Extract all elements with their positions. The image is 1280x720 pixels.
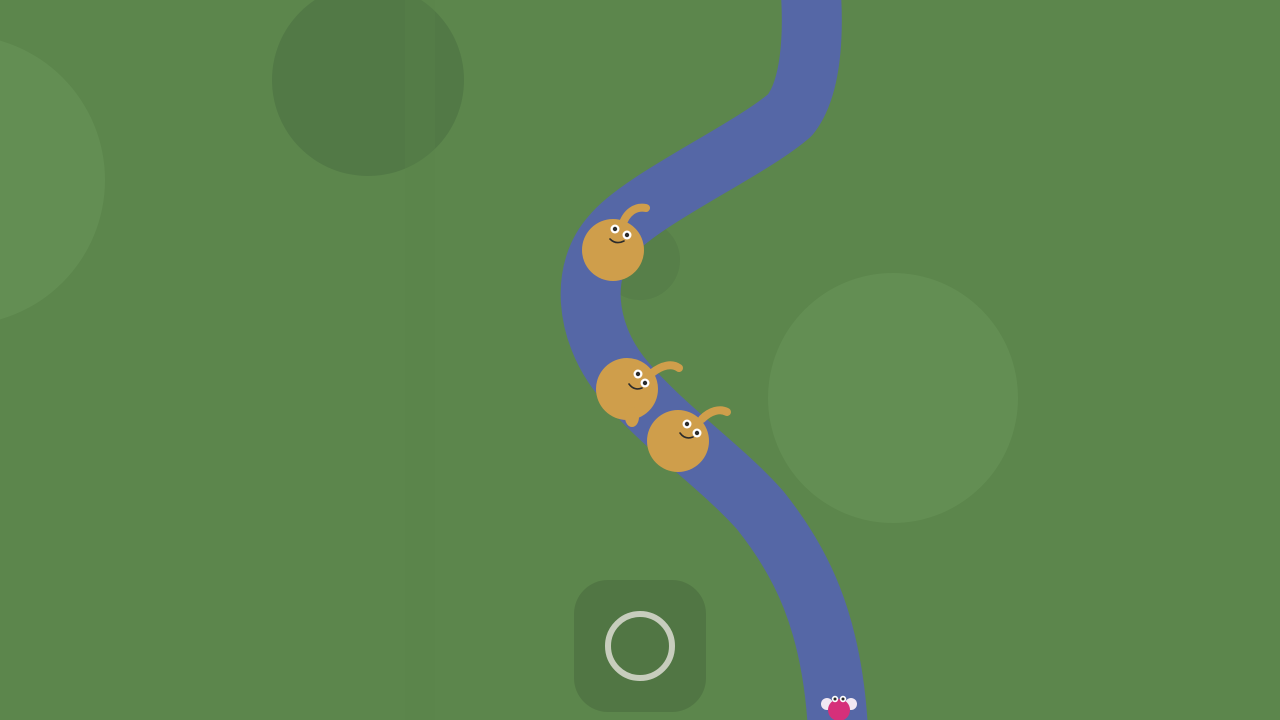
creature-3-pupil-left (684, 421, 690, 427)
creature-1-pupil-right (624, 232, 630, 238)
circle-ring-icon (605, 611, 675, 681)
action-button[interactable] (574, 580, 706, 712)
creature-2-foot (625, 407, 639, 427)
creature-3-body (647, 410, 709, 472)
player-pupil-right (841, 697, 845, 701)
player-body (828, 699, 850, 720)
creature-2-pupil-right (642, 380, 648, 386)
player-pupil-left (833, 697, 837, 701)
creature-2-pupil-left (635, 371, 641, 377)
grass-patch-right (768, 273, 1018, 523)
creature-1-pupil-left (612, 226, 618, 232)
grass-shade-band (405, 0, 435, 720)
creature-3-pupil-right (694, 430, 700, 436)
